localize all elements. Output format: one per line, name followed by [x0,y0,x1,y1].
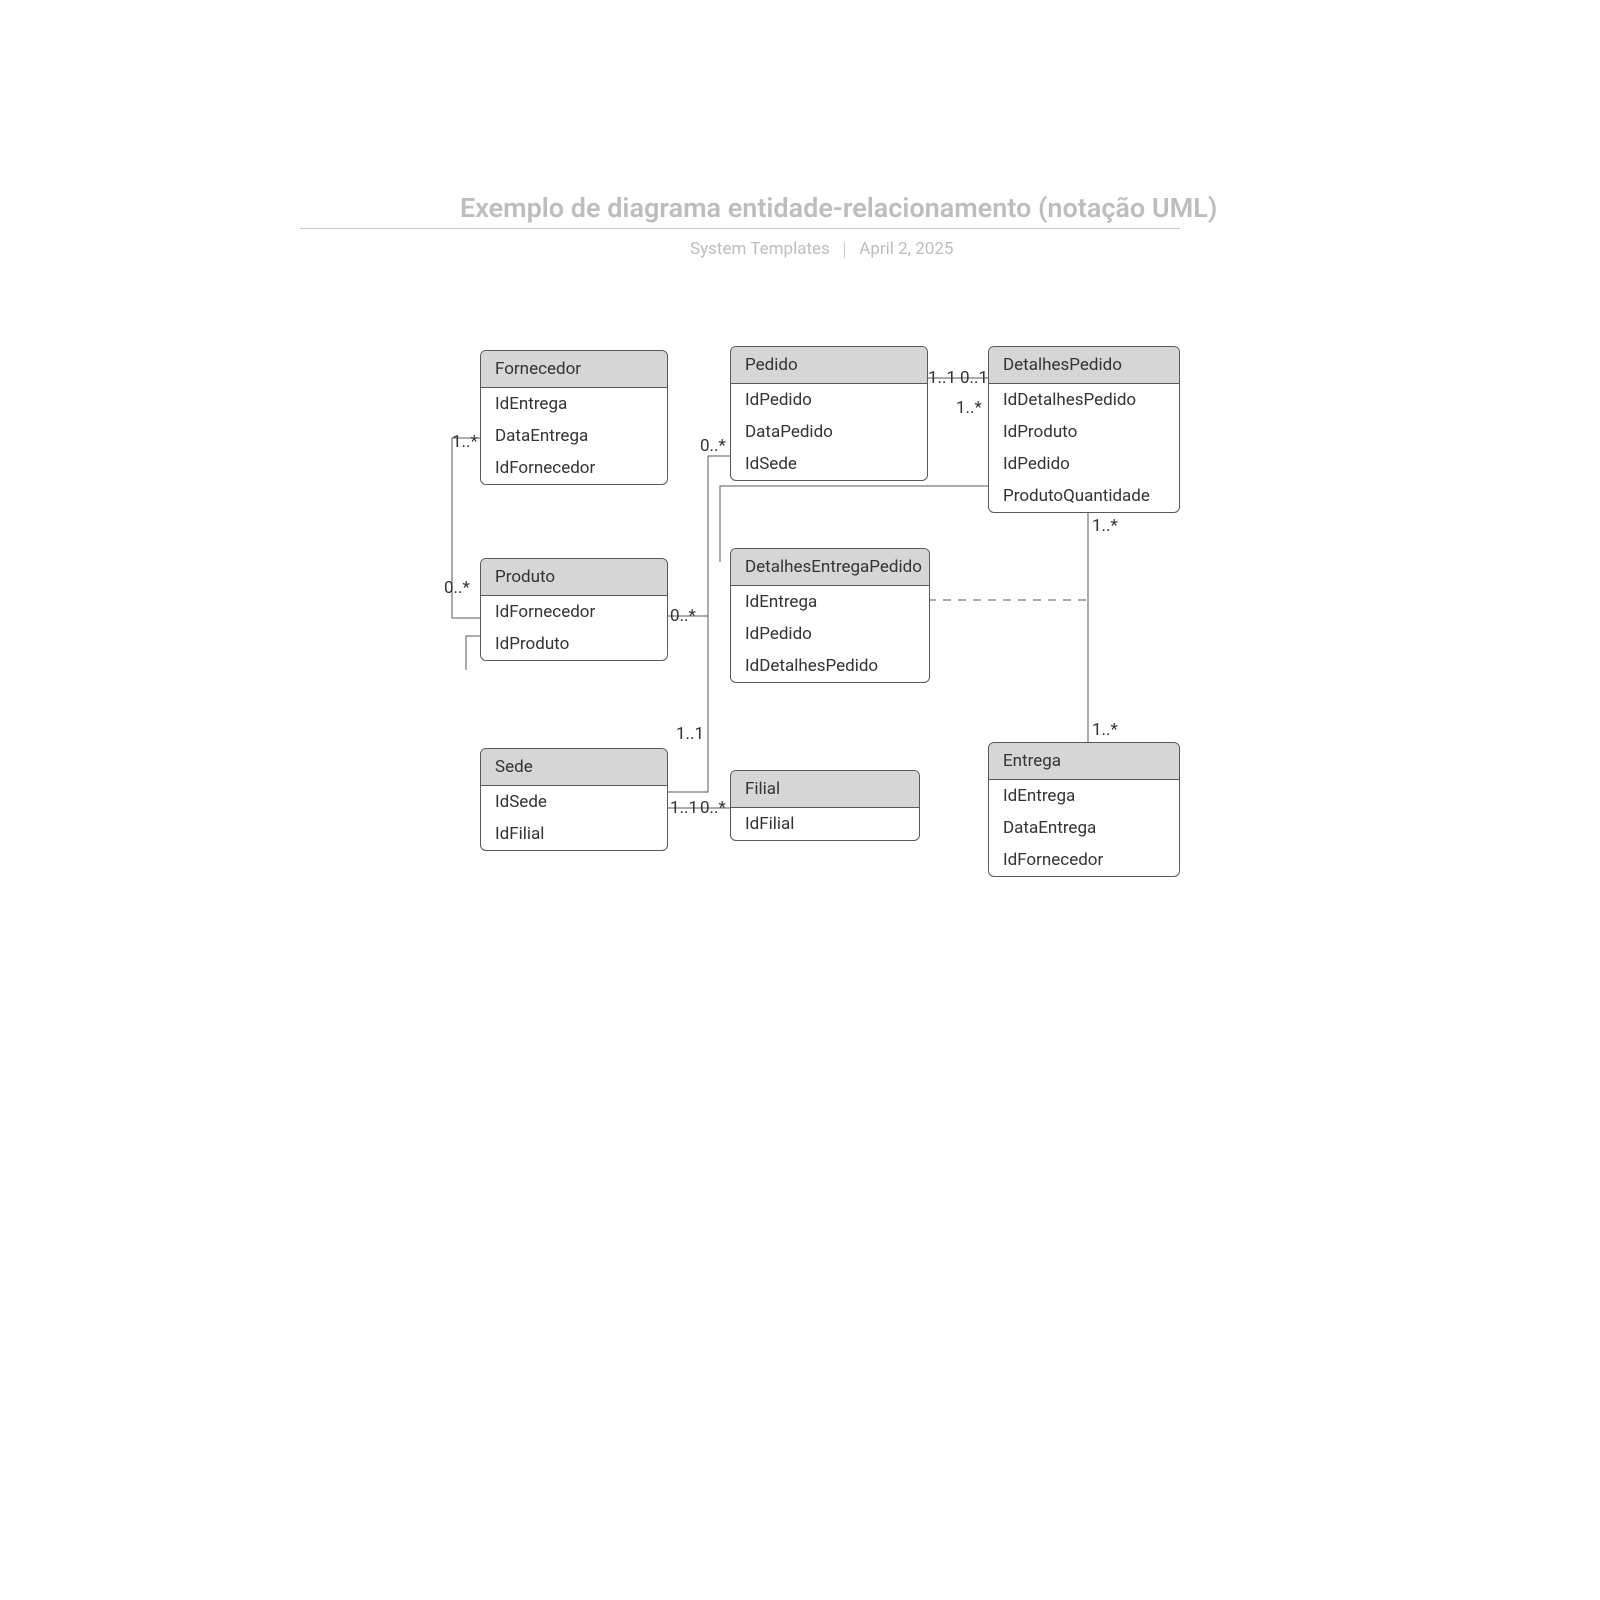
entity-fornecedor[interactable]: Fornecedor IdEntrega DataEntrega IdForne… [480,350,668,485]
entity-header: DetalhesEntregaPedido [731,549,929,586]
entity-attr: IdProduto [989,416,1179,448]
entity-attr: IdSede [731,448,927,480]
diagram-canvas: Exemplo de diagrama entidade-relacioname… [0,0,1600,1600]
multiplicity-label: 0..* [444,578,470,598]
entity-attr: IdDetalhesPedido [731,650,929,682]
entity-attr: IdFornecedor [989,844,1179,876]
entity-attr: ProdutoQuantidade [989,480,1179,512]
entity-detalhes-pedido[interactable]: DetalhesPedido IdDetalhesPedido IdProdut… [988,346,1180,513]
entity-header: Filial [731,771,919,808]
entity-detalhes-entrega-pedido[interactable]: DetalhesEntregaPedido IdEntrega IdPedido… [730,548,930,683]
multiplicity-label: 1..* [956,398,982,418]
entity-filial[interactable]: Filial IdFilial [730,770,920,841]
entity-pedido[interactable]: Pedido IdPedido DataPedido IdSede [730,346,928,481]
entity-attr: IdEntrega [989,780,1179,812]
multiplicity-label: 1..* [1092,516,1118,536]
entity-attr: IdEntrega [481,388,667,420]
entity-header: Sede [481,749,667,786]
entity-produto[interactable]: Produto IdFornecedor IdProduto [480,558,668,661]
entity-entrega[interactable]: Entrega IdEntrega DataEntrega IdForneced… [988,742,1180,877]
entity-header: Produto [481,559,667,596]
entity-attr: DataPedido [731,416,927,448]
multiplicity-label: 1..1 [928,368,956,388]
entity-attr: DataEntrega [481,420,667,452]
entity-attr: IdFornecedor [481,596,667,628]
entity-header: Entrega [989,743,1179,780]
entity-attr: IdFilial [481,818,667,850]
multiplicity-label: 0..1 [960,368,988,388]
entity-header: Fornecedor [481,351,667,388]
entity-sede[interactable]: Sede IdSede IdFilial [480,748,668,851]
entity-header: Pedido [731,347,927,384]
entity-attr: IdProduto [481,628,667,660]
entity-attr: IdSede [481,786,667,818]
entity-attr: IdPedido [731,618,929,650]
multiplicity-label: 0..* [700,798,726,818]
entity-attr: IdFornecedor [481,452,667,484]
multiplicity-label: 1..* [1092,720,1118,740]
multiplicity-label: 0..* [670,606,696,626]
entity-attr: IdPedido [731,384,927,416]
entity-header: DetalhesPedido [989,347,1179,384]
entity-attr: IdFilial [731,808,919,840]
entity-attr: DataEntrega [989,812,1179,844]
multiplicity-label: 1..* [452,432,478,452]
entity-attr: IdPedido [989,448,1179,480]
multiplicity-label: 1..1 [676,724,704,744]
entity-attr: IdDetalhesPedido [989,384,1179,416]
multiplicity-label: 0..* [700,436,726,456]
entity-attr: IdEntrega [731,586,929,618]
multiplicity-label: 1..1 [670,798,698,818]
